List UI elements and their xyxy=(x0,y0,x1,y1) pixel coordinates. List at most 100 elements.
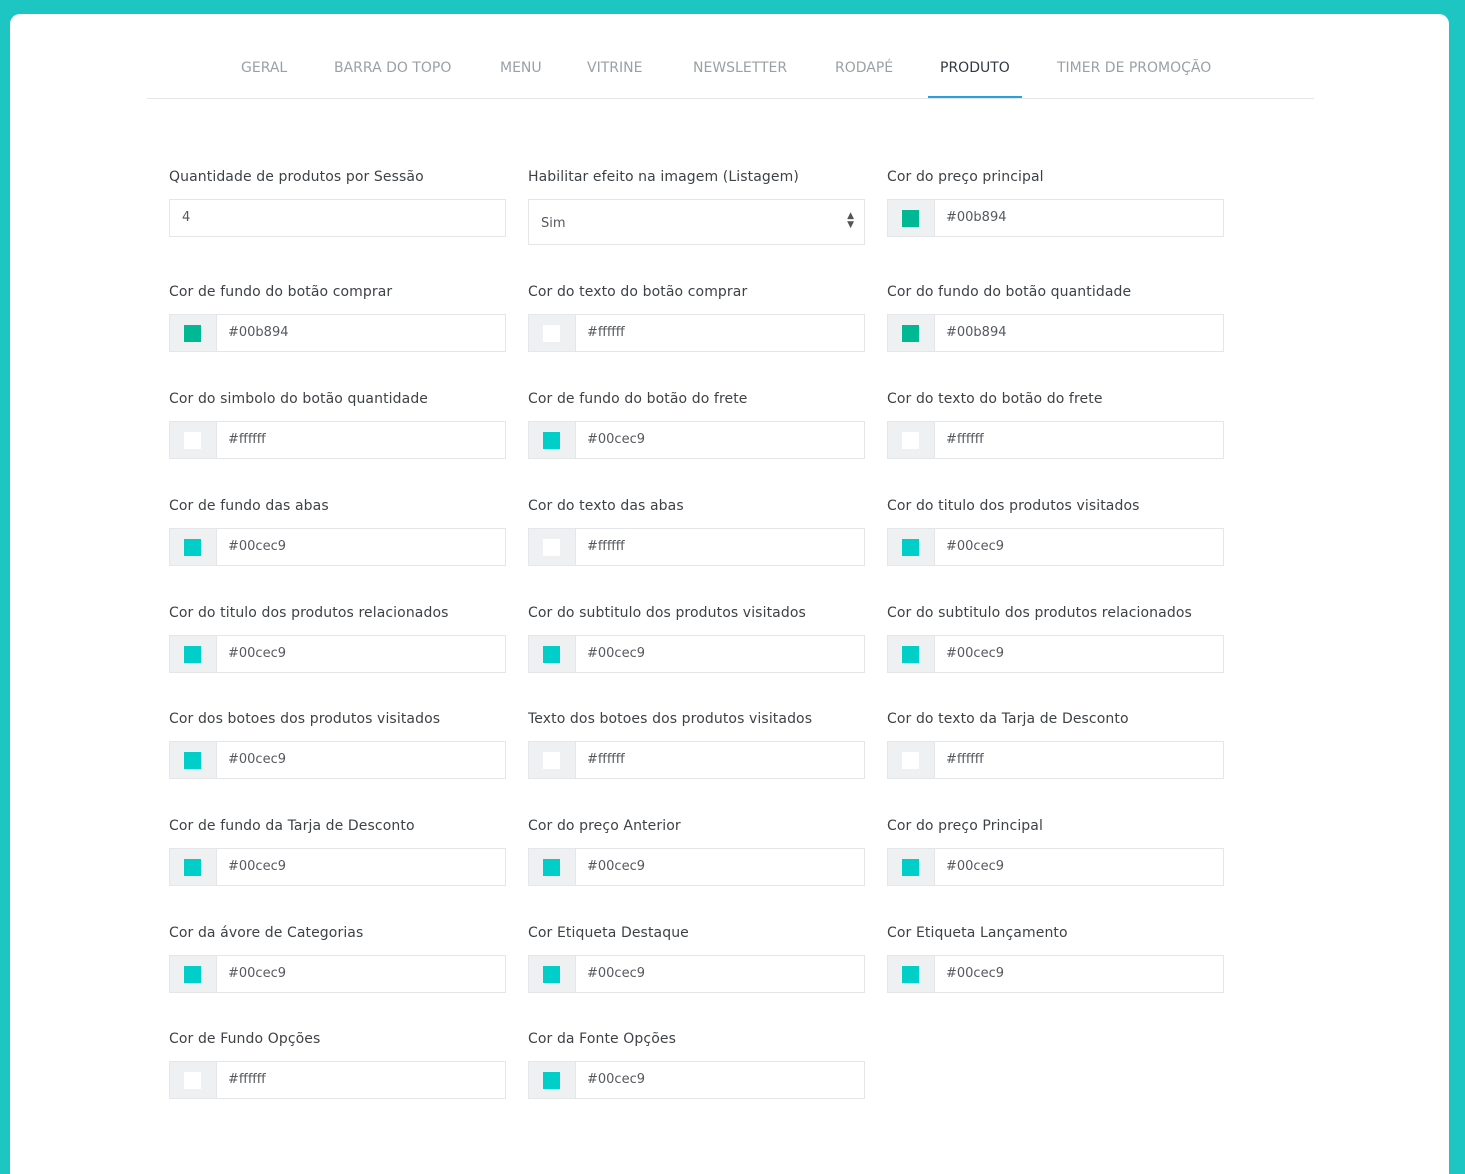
field-label: Cor do preço principal xyxy=(887,169,1044,185)
color-swatch-icon xyxy=(543,325,560,342)
tab-vitrine[interactable]: VITRINE xyxy=(587,44,642,97)
color-picker-button[interactable] xyxy=(888,956,935,992)
field-label: Cor da Fonte Opções xyxy=(528,1031,676,1047)
color-input[interactable]: #00cec9 xyxy=(528,635,865,673)
color-input[interactable]: #00cec9 xyxy=(169,635,506,673)
color-swatch-icon xyxy=(902,966,919,983)
color-hex-value: #00cec9 xyxy=(587,859,645,874)
color-hex-value: #00cec9 xyxy=(587,966,645,981)
color-input[interactable]: #00cec9 xyxy=(528,1061,865,1099)
color-swatch-icon xyxy=(184,752,201,769)
color-picker-button[interactable] xyxy=(170,315,217,351)
color-picker-button[interactable] xyxy=(529,742,576,778)
color-input[interactable]: #ffffff xyxy=(887,741,1224,779)
quantidade-input[interactable]: 4 xyxy=(169,199,506,237)
color-input[interactable]: #ffffff xyxy=(887,421,1224,459)
field-label: Cor da ávore de Categorias xyxy=(169,925,364,941)
field-label: Habilitar efeito na imagem (Listagem) xyxy=(528,169,799,185)
color-input[interactable]: #00cec9 xyxy=(887,848,1224,886)
field-label: Cor do titulo dos produtos relacionados xyxy=(169,605,449,621)
color-hex-value: #ffffff xyxy=(946,752,984,767)
color-input[interactable]: #ffffff xyxy=(528,314,865,352)
color-picker-button[interactable] xyxy=(888,636,935,672)
color-picker-button[interactable] xyxy=(529,956,576,992)
color-picker-button[interactable] xyxy=(888,742,935,778)
color-input[interactable]: #00cec9 xyxy=(169,848,506,886)
color-swatch-icon xyxy=(184,432,201,449)
field-label: Cor do simbolo do botão quantidade xyxy=(169,391,429,407)
color-input[interactable]: #00b894 xyxy=(169,314,506,352)
field-label: Cor do subtitulo dos produtos visitados xyxy=(528,605,806,621)
input-value: 4 xyxy=(182,210,191,225)
color-swatch-icon xyxy=(543,859,560,876)
color-input[interactable]: #00cec9 xyxy=(887,955,1224,993)
color-picker-button[interactable] xyxy=(529,315,576,351)
field-label: Cor do texto do botão comprar xyxy=(528,284,748,300)
field-label: Cor do texto do botão do frete xyxy=(887,391,1103,407)
color-input[interactable]: #ffffff xyxy=(528,528,865,566)
field-label: Cor do texto da Tarja de Desconto xyxy=(887,711,1129,727)
color-swatch-icon xyxy=(543,1072,560,1089)
color-picker-button[interactable] xyxy=(529,422,576,458)
color-picker-button[interactable] xyxy=(529,529,576,565)
color-swatch-icon xyxy=(184,646,201,663)
color-swatch-icon xyxy=(543,966,560,983)
color-input[interactable]: #00b894 xyxy=(887,199,1224,237)
color-input[interactable]: #00cec9 xyxy=(528,955,865,993)
field-label: Cor dos botoes dos produtos visitados xyxy=(169,711,441,727)
color-input[interactable]: #ffffff xyxy=(169,421,506,459)
color-picker-button[interactable] xyxy=(170,956,217,992)
color-picker-button[interactable] xyxy=(170,1062,217,1098)
color-picker-button[interactable] xyxy=(170,742,217,778)
color-input[interactable]: #00b894 xyxy=(887,314,1224,352)
color-swatch-icon xyxy=(902,646,919,663)
color-input[interactable]: #00cec9 xyxy=(528,848,865,886)
tab-barra-do-topo[interactable]: BARRA DO TOPO xyxy=(334,44,451,97)
color-input[interactable]: #00cec9 xyxy=(887,635,1224,673)
efeito-select[interactable]: Sim ▲ ▼ xyxy=(528,199,865,245)
color-hex-value: #ffffff xyxy=(587,325,625,340)
color-input[interactable]: #00cec9 xyxy=(169,528,506,566)
color-swatch-icon xyxy=(543,752,560,769)
tab-rodape[interactable]: RODAPÉ xyxy=(835,44,893,97)
color-swatch-icon xyxy=(184,1072,201,1089)
color-picker-button[interactable] xyxy=(170,529,217,565)
color-input[interactable]: #ffffff xyxy=(528,741,865,779)
field-label: Cor do titulo dos produtos visitados xyxy=(887,498,1140,514)
tab-geral[interactable]: GERAL xyxy=(241,44,287,97)
tab-timer-de-promocao[interactable]: TIMER DE PROMOÇÃO xyxy=(1057,44,1211,97)
color-picker-button[interactable] xyxy=(888,422,935,458)
color-hex-value: #ffffff xyxy=(228,1072,266,1087)
field-label: Cor do texto das abas xyxy=(528,498,684,514)
color-hex-value: #00cec9 xyxy=(946,646,1004,661)
color-swatch-icon xyxy=(184,325,201,342)
color-hex-value: #00cec9 xyxy=(587,1072,645,1087)
color-picker-button[interactable] xyxy=(888,315,935,351)
color-input[interactable]: #00cec9 xyxy=(169,955,506,993)
tab-produto[interactable]: PRODUTO xyxy=(928,44,1022,98)
color-input[interactable]: #ffffff xyxy=(169,1061,506,1099)
color-picker-button[interactable] xyxy=(170,422,217,458)
color-swatch-icon xyxy=(543,432,560,449)
color-hex-value: #00cec9 xyxy=(587,432,645,447)
color-input[interactable]: #00cec9 xyxy=(528,421,865,459)
field-label: Cor do preço Anterior xyxy=(528,818,681,834)
tab-newsletter[interactable]: NEWSLETTER xyxy=(693,44,787,97)
color-picker-button[interactable] xyxy=(888,200,935,236)
color-picker-button[interactable] xyxy=(529,849,576,885)
color-hex-value: #00cec9 xyxy=(228,752,286,767)
color-swatch-icon xyxy=(543,539,560,556)
tab-menu[interactable]: MENU xyxy=(500,44,542,97)
color-swatch-icon xyxy=(184,966,201,983)
color-picker-button[interactable] xyxy=(529,1062,576,1098)
color-input[interactable]: #00cec9 xyxy=(169,741,506,779)
color-swatch-icon xyxy=(184,859,201,876)
color-input[interactable]: #00cec9 xyxy=(887,528,1224,566)
color-picker-button[interactable] xyxy=(888,529,935,565)
color-picker-button[interactable] xyxy=(529,636,576,672)
color-picker-button[interactable] xyxy=(170,849,217,885)
color-picker-button[interactable] xyxy=(888,849,935,885)
color-swatch-icon xyxy=(184,539,201,556)
color-picker-button[interactable] xyxy=(170,636,217,672)
color-hex-value: #00cec9 xyxy=(946,966,1004,981)
